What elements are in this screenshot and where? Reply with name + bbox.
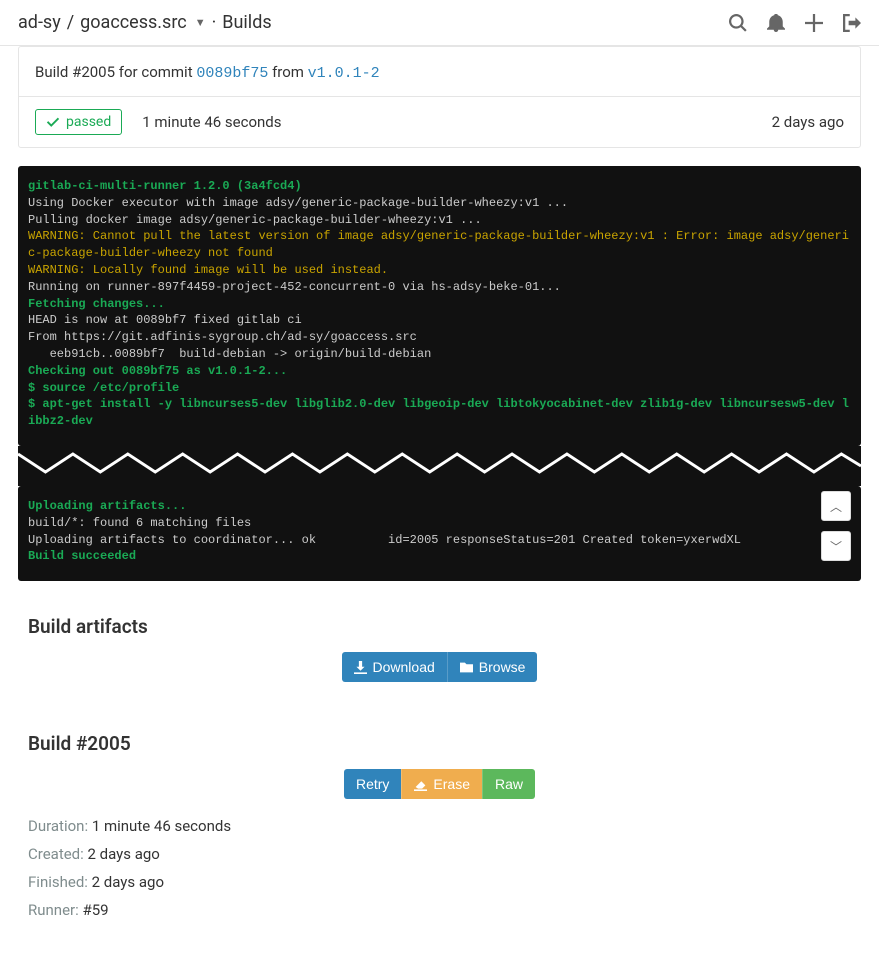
eraser-icon	[414, 778, 427, 791]
log-line: Pulling docker image adsy/generic-packag…	[28, 212, 851, 229]
log-line: From https://git.adfinis-sygroup.ch/ad-s…	[28, 329, 851, 346]
meta-value: 2 days ago	[92, 873, 164, 891]
download-button[interactable]: Download	[342, 652, 447, 682]
breadcrumb-page[interactable]: Builds	[222, 12, 271, 33]
page-header: ad-sy / goaccess.src ▼ · Builds	[0, 0, 879, 46]
chevron-down-icon[interactable]: ▼	[195, 16, 206, 29]
log-truncation-divider	[18, 446, 861, 486]
status-label: passed	[66, 114, 111, 130]
build-meta: Duration: 1 minute 46 seconds Created: 2…	[18, 817, 861, 947]
build-status-row: passed 1 minute 46 seconds 2 days ago	[19, 96, 860, 147]
bell-icon[interactable]	[767, 14, 785, 32]
log-line: WARNING: Cannot pull the latest version …	[28, 228, 851, 262]
log-line: build/*: found 6 matching files	[28, 515, 851, 532]
download-label: Download	[373, 659, 435, 675]
log-line: Running on runner-897f4459-project-452-c…	[28, 279, 851, 296]
log-line: Checking out 0089bf75 as v1.0.1-2...	[28, 363, 851, 380]
meta-label: Duration:	[28, 817, 92, 835]
meta-runner: Runner: #59	[28, 901, 851, 919]
ref-link[interactable]: v1.0.1-2	[308, 65, 380, 82]
search-icon[interactable]	[729, 14, 747, 32]
build-title: Build #2005 for commit 0089bf75 from v1.…	[19, 47, 860, 96]
log-line: eeb91cb..0089bf7 build-debian -> origin/…	[28, 346, 851, 363]
meta-duration: Duration: 1 minute 46 seconds	[28, 817, 851, 835]
scroll-bottom-button[interactable]: ﹀	[821, 531, 851, 561]
log-line: Fetching changes...	[28, 296, 851, 313]
meta-label: Created:	[28, 845, 88, 863]
plus-icon[interactable]	[805, 14, 823, 32]
browse-button[interactable]: Browse	[447, 652, 538, 682]
meta-label: Runner:	[28, 901, 82, 919]
folder-icon	[460, 661, 473, 674]
download-icon	[354, 661, 367, 674]
build-details-title: Build #2005	[18, 716, 861, 769]
terminal-wrap: gitlab-ci-multi-runner 1.2.0 (3a4fcd4)Us…	[18, 166, 861, 581]
build-duration: 1 minute 46 seconds	[142, 113, 281, 131]
meta-value: 1 minute 46 seconds	[92, 817, 231, 835]
retry-button[interactable]: Retry	[344, 769, 401, 799]
log-line: WARNING: Locally found image will be use…	[28, 262, 851, 279]
breadcrumb-repo[interactable]: goaccess.src	[80, 12, 187, 33]
meta-value: 2 days ago	[88, 845, 160, 863]
build-actions: Retry Erase Raw	[18, 769, 861, 817]
meta-finished: Finished: 2 days ago	[28, 873, 851, 891]
build-details-card: Build #2005 Retry Erase Raw Duration: 1 …	[18, 716, 861, 947]
header-actions	[729, 14, 861, 32]
meta-created: Created: 2 days ago	[28, 845, 851, 863]
status-badge: passed	[35, 109, 122, 135]
build-title-prefix: Build #2005 for commit	[35, 63, 196, 81]
check-icon	[46, 115, 60, 129]
build-log: gitlab-ci-multi-runner 1.2.0 (3a4fcd4)Us…	[18, 166, 861, 446]
build-title-mid: from	[268, 63, 307, 81]
terminal-nav: ︿ ﹀	[821, 491, 851, 561]
breadcrumb: ad-sy / goaccess.src ▼ · Builds	[18, 12, 272, 33]
log-line: Uploading artifacts to coordinator... ok…	[28, 532, 851, 549]
erase-button[interactable]: Erase	[401, 769, 482, 799]
breadcrumb-owner[interactable]: ad-sy	[18, 12, 61, 33]
log-line: HEAD is now at 0089bf7 fixed gitlab ci	[28, 312, 851, 329]
log-line: Uploading artifacts...	[28, 498, 851, 515]
artifacts-title: Build artifacts	[18, 599, 861, 652]
breadcrumb-page-sep: ·	[212, 12, 217, 33]
build-log-tail: Uploading artifacts...build/*: found 6 m…	[18, 486, 861, 581]
artifact-buttons: Download Browse	[18, 652, 861, 698]
scroll-top-button[interactable]: ︿	[821, 491, 851, 521]
log-line: $ apt-get install -y libncurses5-dev lib…	[28, 396, 851, 430]
artifacts-card: Build artifacts Download Browse	[18, 599, 861, 698]
log-line: Using Docker executor with image adsy/ge…	[28, 195, 851, 212]
build-ago: 2 days ago	[772, 113, 844, 131]
breadcrumb-sep: /	[67, 12, 74, 33]
browse-label: Browse	[479, 659, 526, 675]
meta-label: Finished:	[28, 873, 92, 891]
log-line: gitlab-ci-multi-runner 1.2.0 (3a4fcd4)	[28, 178, 851, 195]
build-summary-card: Build #2005 for commit 0089bf75 from v1.…	[18, 46, 861, 148]
commit-link[interactable]: 0089bf75	[196, 65, 268, 82]
log-line: $ source /etc/profile	[28, 380, 851, 397]
sign-out-icon[interactable]	[843, 14, 861, 32]
erase-label: Erase	[433, 776, 470, 792]
log-line: Build succeeded	[28, 548, 851, 565]
raw-button[interactable]: Raw	[482, 769, 535, 799]
meta-value: #59	[82, 901, 108, 919]
